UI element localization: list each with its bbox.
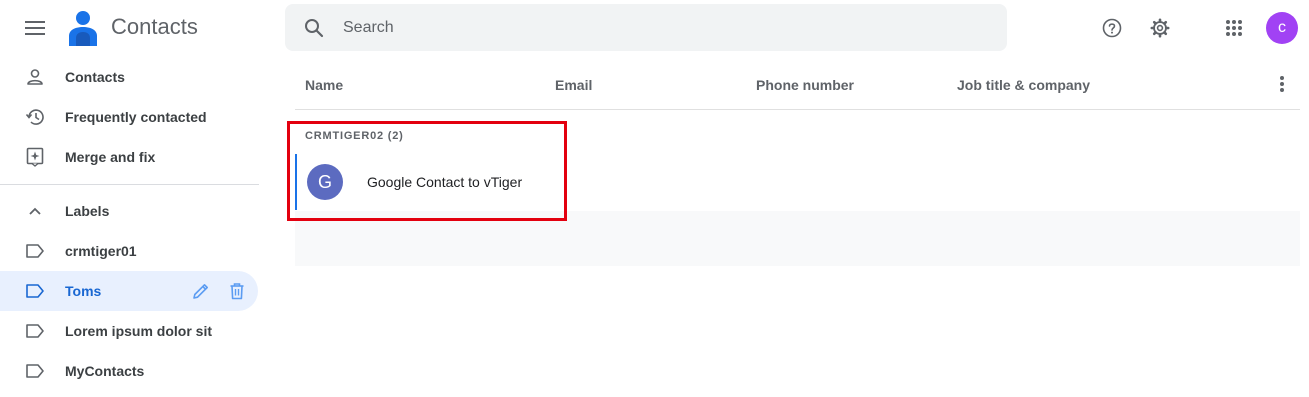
- sidebar-item-merge-and-fix[interactable]: Merge and fix: [0, 137, 258, 177]
- person-icon: [24, 67, 46, 87]
- merge-fix-icon: [24, 147, 46, 167]
- label-icon: [24, 321, 46, 341]
- gear-icon: [1150, 18, 1170, 38]
- label-icon: [24, 281, 46, 301]
- labels-section-toggle[interactable]: Labels: [0, 191, 258, 231]
- sidebar-item-label-toms[interactable]: Toms: [0, 271, 258, 311]
- search-icon[interactable]: [285, 4, 343, 51]
- sidebar-item-label: MyContacts: [65, 363, 145, 379]
- sidebar-item-label: Lorem ipsum dolor sit: [65, 323, 213, 339]
- account-avatar[interactable]: c: [1266, 12, 1298, 44]
- column-header-phone[interactable]: Phone number: [756, 77, 854, 93]
- empty-row-area: [295, 211, 1300, 266]
- hamburger-menu-icon: [25, 21, 45, 35]
- apps-grid-icon: [1226, 20, 1242, 36]
- label-icon: [24, 241, 46, 261]
- help-button[interactable]: [1092, 8, 1132, 48]
- column-header-name[interactable]: Name: [305, 77, 343, 93]
- pencil-icon: [193, 284, 208, 299]
- main-menu-button[interactable]: [19, 12, 51, 44]
- column-header-job-title[interactable]: Job title & company: [957, 77, 1090, 93]
- chevron-up-icon: [24, 201, 46, 221]
- column-header-email[interactable]: Email: [555, 77, 592, 93]
- sidebar-item-label: Toms: [65, 283, 102, 299]
- contacts-logo-icon: [66, 10, 100, 46]
- sidebar-item-label: crmtiger01: [65, 243, 137, 259]
- search-input[interactable]: [343, 7, 943, 48]
- history-icon: [24, 107, 46, 127]
- contact-name: Google Contact to vTiger: [367, 174, 523, 190]
- label-icon: [24, 361, 46, 381]
- apps-button[interactable]: [1214, 8, 1254, 48]
- sidebar-item-label: Merge and fix: [65, 149, 156, 165]
- edit-label-button[interactable]: [189, 279, 213, 303]
- sidebar-item-contacts[interactable]: Contacts: [0, 57, 258, 97]
- avatar: G: [307, 164, 343, 200]
- search-bar[interactable]: [285, 4, 1007, 51]
- app-title: Contacts: [111, 14, 198, 39]
- sidebar-item-label-lorem-ipsum[interactable]: Lorem ipsum dolor sit: [0, 311, 258, 351]
- sidebar-item-label-mycontacts[interactable]: MyContacts: [0, 351, 258, 391]
- header-divider: [295, 109, 1300, 110]
- table-row[interactable]: G Google Contact to vTiger: [295, 154, 565, 210]
- sidebar-item-frequently-contacted[interactable]: Frequently contacted: [0, 97, 258, 137]
- help-icon: [1102, 18, 1122, 38]
- more-vert-icon: [1280, 76, 1284, 92]
- group-label: CRMTIGER02 (2): [305, 130, 404, 142]
- more-options-button[interactable]: [1268, 70, 1296, 98]
- sidebar-item-label: Frequently contacted: [65, 109, 207, 125]
- delete-label-button[interactable]: [225, 279, 249, 303]
- sidebar-item-label: Contacts: [65, 69, 125, 85]
- trash-icon: [230, 283, 244, 300]
- labels-header: Labels: [65, 203, 110, 219]
- sidebar-divider: [0, 184, 259, 185]
- settings-button[interactable]: [1140, 8, 1180, 48]
- sidebar-item-label-crmtiger01[interactable]: crmtiger01: [0, 231, 258, 271]
